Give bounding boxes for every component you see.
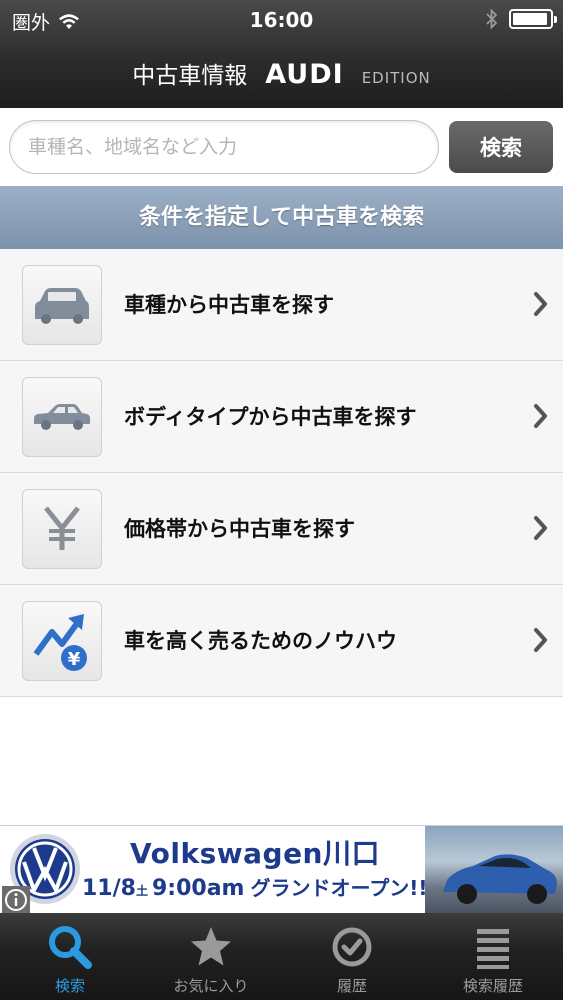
ad-day: 土 <box>135 884 148 898</box>
star-icon <box>191 927 231 966</box>
app-title-text: 中古車情報 <box>132 63 248 89</box>
ad-headline: Volkswagen川口 <box>130 837 380 870</box>
menu-item-price-range[interactable]: 価格帯から中古車を探す <box>0 473 563 585</box>
clock: 16:00 <box>249 8 314 32</box>
menu-item-model[interactable]: 車種から中古車を探す <box>0 249 563 361</box>
app-header: 圏外 16:00 中古車情報 AUDI EDITION <box>0 0 563 108</box>
ad-date: 11/8 <box>82 876 136 901</box>
status-right <box>485 8 557 30</box>
tab-search-history[interactable]: 検索履歴 <box>423 913 563 1000</box>
car-front-icon <box>22 265 102 345</box>
yen-icon <box>22 489 102 569</box>
battery-level-fill <box>513 13 548 25</box>
info-icon[interactable] <box>2 886 30 913</box>
ad-subline: 11/8土 9:00am グランドオープン!! <box>82 872 428 901</box>
tab-search[interactable]: 検索 <box>0 913 140 1000</box>
ad-time: 9:00am <box>151 876 245 901</box>
battery-icon <box>509 9 557 29</box>
chevron-right-icon <box>534 628 547 652</box>
chevron-right-icon <box>534 292 547 316</box>
menu-item-label: 車種から中古車を探す <box>124 293 334 317</box>
price-up-arrow-icon: ¥ <box>22 601 102 681</box>
menu-item-label: 車を高く売るためのノウハウ <box>124 629 397 653</box>
car-side-icon <box>22 377 102 457</box>
chevron-right-icon <box>534 516 547 540</box>
menu-item-body-type[interactable]: ボディタイプから中古車を探す <box>0 361 563 473</box>
menu-item-label: ボディタイプから中古車を探す <box>124 405 417 429</box>
search-button[interactable]: 検索 <box>449 121 553 173</box>
brand-name: AUDI <box>265 59 344 90</box>
ad-car-photo <box>425 826 563 913</box>
bluetooth-icon <box>486 8 498 30</box>
tab-bar: 検索 お気に入り 履歴 検索履歴 <box>0 913 563 1000</box>
status-bar: 圏外 16:00 <box>0 0 563 40</box>
search-menu: 車種から中古車を探す ボディタイプから中古車を探す 価格帯から中古車を探す ¥ … <box>0 249 563 697</box>
tab-history[interactable]: 履歴 <box>282 913 422 1000</box>
section-header: 条件を指定して中古車を検索 <box>0 186 563 249</box>
search-bar: 検索 <box>0 108 563 186</box>
search-icon <box>49 926 92 969</box>
tab-label: 検索履歴 <box>462 977 523 995</box>
menu-item-selling-tips[interactable]: ¥ 車を高く売るためのノウハウ <box>0 585 563 697</box>
ad-banner[interactable]: Volkswagen川口 11/8土 9:00am グランドオープン!! <box>0 825 563 913</box>
tab-favorites[interactable]: お気に入り <box>141 913 281 1000</box>
tab-label: 検索 <box>54 977 85 995</box>
tab-label: 履歴 <box>336 977 367 995</box>
tab-label: お気に入り <box>173 977 249 995</box>
check-circle-icon <box>332 927 372 967</box>
edition-label: EDITION <box>361 69 431 87</box>
chevron-right-icon <box>534 404 547 428</box>
app-title: 中古車情報 AUDI EDITION <box>0 56 563 96</box>
search-input[interactable] <box>9 120 439 174</box>
list-icon <box>477 929 509 969</box>
ad-event: グランドオープン!! <box>250 876 428 900</box>
svg-text:¥: ¥ <box>68 649 81 670</box>
menu-item-label: 価格帯から中古車を探す <box>124 517 355 541</box>
